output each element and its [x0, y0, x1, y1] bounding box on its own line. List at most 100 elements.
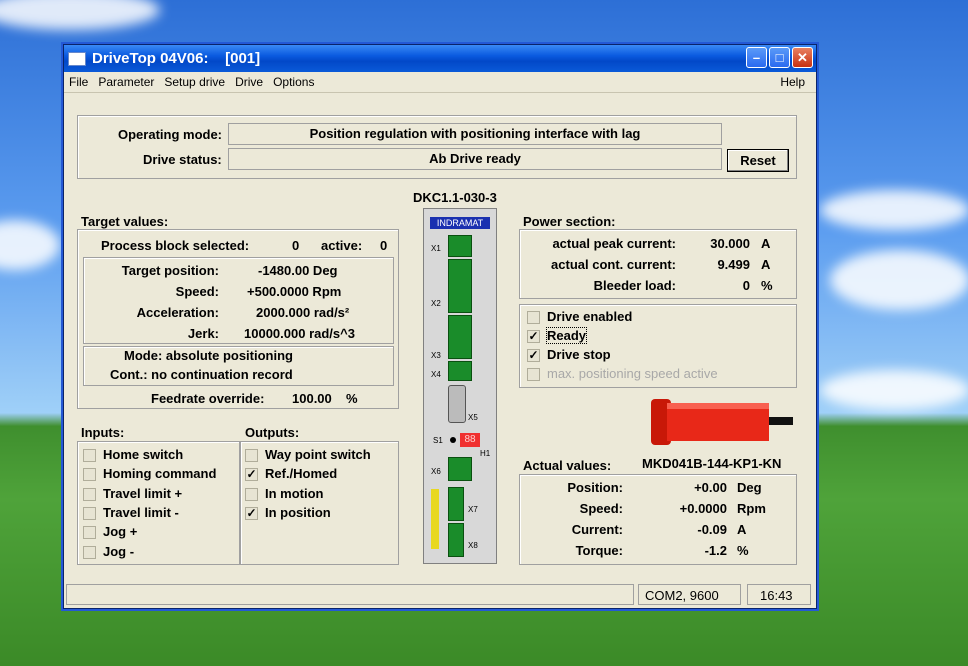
power-flag-checkbox[interactable]: ✓ [527, 330, 540, 343]
menu-parameter[interactable]: Parameter [93, 75, 159, 89]
acceleration-label: Acceleration: [136, 305, 219, 320]
power-flag-checkbox[interactable] [527, 311, 540, 324]
drivetop-window: DriveTop 04V06: [001] – □ ✕ File Paramet… [63, 44, 817, 609]
feedrate-label: Feedrate override: [151, 391, 265, 406]
target-position-value: -1480.00 Deg [258, 263, 338, 278]
active-value: 0 [380, 238, 388, 253]
switch-s1-label: S1 [433, 436, 443, 445]
jerk-label: Jerk: [187, 326, 219, 341]
motor-model: MKD041B-144-KP1-KN [642, 456, 782, 471]
connector-x7-label: X7 [468, 505, 478, 514]
drive-brand-label: INDRAMAT [430, 217, 490, 229]
desktop-cloud [830, 250, 968, 310]
actual-position-label: Position: [567, 480, 623, 495]
peak-current-value: 30.000 [710, 236, 750, 251]
drive-unit-illustration: INDRAMAT X1 X2 X3 X4 X5 S1 88 H1 X6 X7 X… [423, 208, 497, 564]
reset-button[interactable]: Reset [727, 149, 789, 172]
drive-model: DKC1.1-030-3 [413, 190, 497, 205]
maximize-icon: □ [775, 50, 784, 65]
minimize-button[interactable]: – [746, 47, 767, 68]
operating-mode-value: Position regulation with positioning int… [228, 123, 722, 145]
feedrate-value: 100.00 [292, 391, 332, 406]
peak-current-unit: A [761, 236, 771, 251]
connector-x4-label: X4 [431, 370, 441, 379]
connector-x3-label: X3 [431, 351, 441, 360]
cont-current-unit: A [761, 257, 771, 272]
connector-x2-label: X2 [431, 299, 441, 308]
actual-torque-unit: % [737, 543, 749, 558]
continuation-text: Cont.: no continuation record [110, 367, 293, 382]
cont-current-label: actual cont. current: [551, 257, 676, 272]
target-speed-value: +500.0000 Rpm [247, 284, 342, 299]
status-bar: COM2, 9600 16:43 [64, 581, 816, 607]
power-flag-label: Drive stop [547, 347, 611, 362]
connector-x6-label: X6 [431, 467, 441, 476]
feedrate-unit: % [346, 391, 358, 406]
actual-current-value: -0.09 [697, 522, 727, 537]
desktop-cloud [0, 220, 60, 270]
connector-x1 [448, 235, 472, 257]
connector-x5 [448, 385, 466, 423]
bleeder-load-label: Bleeder load: [593, 278, 676, 293]
desktop-cloud [0, 0, 160, 30]
output-label: Ref./Homed [265, 466, 338, 482]
desktop-cloud [820, 190, 968, 230]
inputs-title: Inputs: [81, 425, 125, 440]
output-checkbox[interactable]: ✓ [245, 506, 258, 520]
maximize-button[interactable]: □ [769, 47, 790, 68]
desktop-cloud [820, 370, 968, 410]
process-block-label: Process block selected: [101, 238, 250, 253]
operating-mode-label: Operating mode: [118, 127, 223, 142]
motor-shaft [769, 417, 793, 425]
yellow-terminal [431, 489, 439, 549]
menu-file[interactable]: File [64, 75, 93, 89]
output-label: In motion [265, 485, 324, 501]
input-checkbox[interactable] [83, 468, 96, 482]
acceleration-value: 2000.000 rad/s² [256, 305, 350, 320]
input-label: Travel limit + [103, 485, 183, 501]
menu-options[interactable]: Options [268, 75, 319, 89]
app-icon [68, 51, 86, 66]
process-block-value: 0 [292, 238, 300, 253]
drive-status-value: Ab Drive ready [228, 148, 722, 170]
actual-position-unit: Deg [737, 480, 762, 495]
actual-current-unit: A [737, 522, 747, 537]
menu-help[interactable]: Help [775, 75, 810, 89]
output-checkbox[interactable] [245, 487, 258, 501]
input-checkbox[interactable] [83, 506, 96, 520]
cont-current-value: 9.499 [717, 257, 750, 272]
input-checkbox[interactable] [83, 487, 96, 501]
menu-setup-drive[interactable]: Setup drive [159, 75, 230, 89]
motor-illustration [651, 399, 793, 445]
actual-values-title: Actual values: [523, 458, 612, 473]
actual-torque-value: -1.2 [704, 543, 727, 558]
jerk-value: 10000.000 rad/s^3 [244, 326, 355, 341]
power-flag-checkbox [527, 368, 540, 381]
connector-x2b [448, 315, 472, 359]
connector-x6 [448, 457, 472, 481]
connector-x4 [448, 361, 472, 381]
input-checkbox[interactable] [83, 526, 96, 540]
title-bar[interactable]: DriveTop 04V06: [001] – □ ✕ [64, 45, 816, 72]
output-checkbox[interactable] [245, 449, 258, 462]
actual-current-label: Current: [571, 522, 623, 537]
input-label: Jog - [103, 543, 135, 559]
input-label: Travel limit - [103, 504, 179, 520]
connector-x5-label: X5 [468, 413, 478, 422]
h1-label: H1 [480, 449, 491, 458]
menu-bar: File Parameter Setup drive Drive Options… [64, 72, 816, 93]
connector-x8-label: X8 [468, 541, 478, 550]
close-button[interactable]: ✕ [792, 47, 813, 68]
input-checkbox[interactable] [83, 449, 96, 462]
output-checkbox[interactable]: ✓ [245, 468, 258, 482]
power-flag-checkbox[interactable]: ✓ [527, 349, 540, 362]
active-label: active: [321, 238, 363, 253]
target-speed-label: Speed: [175, 284, 219, 299]
connector-x2 [448, 259, 472, 313]
menu-drive[interactable]: Drive [230, 75, 268, 89]
actual-speed-label: Speed: [579, 501, 623, 516]
connector-x1-label: X1 [431, 244, 441, 253]
input-checkbox[interactable] [83, 545, 96, 559]
output-label: Way point switch [265, 447, 371, 462]
actual-torque-label: Torque: [575, 543, 623, 558]
